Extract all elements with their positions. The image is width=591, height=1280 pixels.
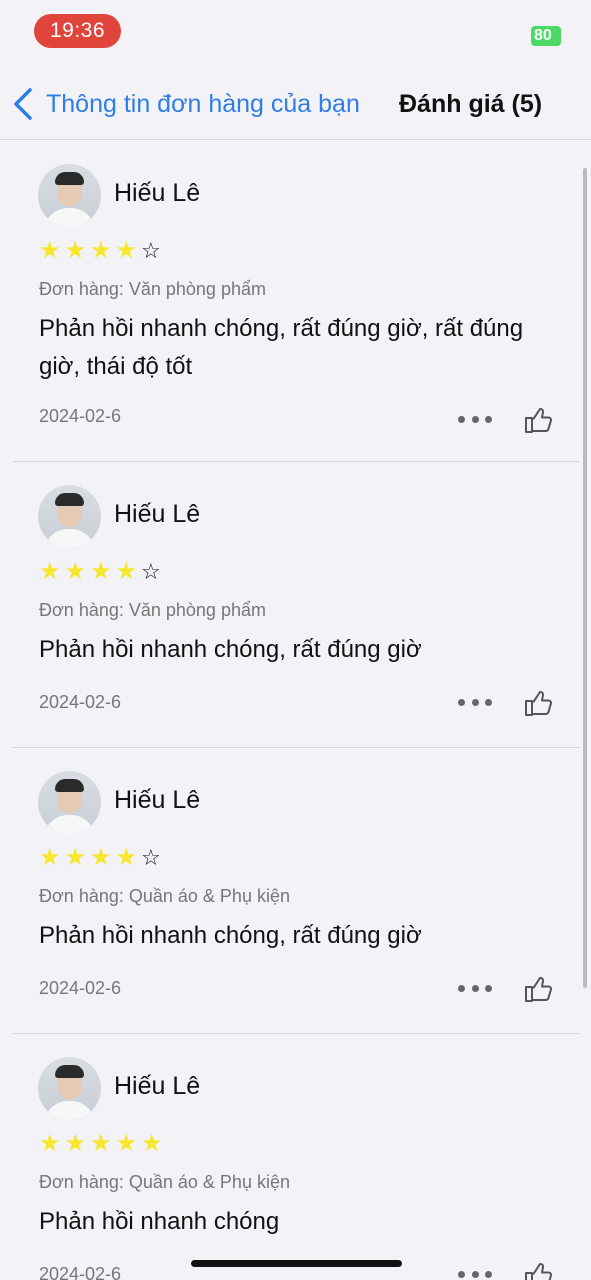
review-comment: Phản hồi nhanh chóng, rất đúng giờ, rất … <box>39 315 524 380</box>
review-date: 2024-02-6 <box>39 1264 122 1280</box>
order-category: Đơn hàng: Quần áo & Phụ kiện <box>39 886 290 906</box>
star-filled-icon: ★ <box>64 237 87 264</box>
avatar[interactable] <box>38 164 101 227</box>
avatar[interactable] <box>38 485 101 548</box>
star-filled-icon: ★ <box>39 558 61 585</box>
avatar[interactable] <box>38 771 101 834</box>
reviewer-name[interactable]: Hiếu Lê <box>114 1072 200 1101</box>
star-filled-icon: ★ <box>64 558 87 585</box>
star-empty-icon: ☆ <box>141 238 161 263</box>
thumbs-up-icon[interactable] <box>522 404 554 436</box>
star-filled-icon: ★ <box>90 237 112 264</box>
ellipsis-icon <box>458 984 465 992</box>
review-comment: Phản hồi nhanh chóng, rất đúng giờ <box>39 636 422 663</box>
thumbs-up-icon[interactable] <box>522 1259 554 1280</box>
thumbs-up-icon[interactable] <box>522 687 554 719</box>
review-comment: Phản hồi nhanh chóng <box>39 1208 280 1235</box>
reviewer-name[interactable]: Hiếu Lê <box>114 786 200 815</box>
review-date: 2024-02-6 <box>39 692 122 712</box>
back-button-label: Thông tin đơn hàng của bạn <box>46 89 360 118</box>
star-empty-icon: ☆ <box>141 845 161 870</box>
review-date: 2024-02-6 <box>39 978 122 998</box>
scrollbar[interactable] <box>583 168 587 988</box>
more-options-button[interactable] <box>458 692 492 712</box>
star-filled-icon: ★ <box>39 844 61 871</box>
more-options-button[interactable] <box>458 409 492 429</box>
star-filled-icon: ★ <box>115 844 138 871</box>
home-indicator[interactable] <box>191 1260 402 1267</box>
star-filled-icon: ★ <box>115 558 138 585</box>
more-options-button[interactable] <box>458 1264 492 1280</box>
back-button[interactable]: Thông tin đơn hàng của bạn <box>10 86 360 122</box>
star-rating: ★ ★ ★ ★ ☆ <box>39 844 167 872</box>
review-comment: Phản hồi nhanh chóng, rất đúng giờ <box>39 922 422 949</box>
review-card: Hiếu Lê ★ ★ ★ ★ ☆ Đơn hàng: Văn phòng phẩm P… <box>0 462 591 748</box>
star-filled-icon: ★ <box>90 1130 112 1157</box>
status-bar: 19:36 80 <box>0 0 591 64</box>
review-card: Hiếu Lê ★ ★ ★ ★ ★ Đơn hàng: Quần áo & Phụ ki… <box>0 1034 591 1280</box>
chevron-left-icon <box>14 88 32 120</box>
star-filled-icon: ★ <box>64 844 87 871</box>
star-filled-icon: ★ <box>64 1130 87 1157</box>
order-category: Đơn hàng: Văn phòng phẩm <box>39 600 266 620</box>
ellipsis-icon <box>458 1270 465 1278</box>
star-filled-icon: ★ <box>39 1130 61 1157</box>
review-card: Hiếu Lê ★ ★ ★ ★ ☆ Đơn hàng: Quần áo & Phụ ki… <box>0 748 591 1034</box>
star-filled-icon: ★ <box>39 237 61 264</box>
reviewer-name[interactable]: Hiếu Lê <box>114 179 200 208</box>
thumbs-up-icon[interactable] <box>522 973 554 1005</box>
star-filled-icon: ★ <box>90 558 112 585</box>
star-filled-icon: ★ <box>115 1130 138 1157</box>
nav-bar: Thông tin đơn hàng của bạn Đánh giá (5) <box>0 64 591 140</box>
star-rating: ★ ★ ★ ★ ★ <box>39 1130 167 1158</box>
order-category: Đơn hàng: Quần áo & Phụ kiện <box>39 1172 290 1192</box>
star-rating: ★ ★ ★ ★ ☆ <box>39 558 167 586</box>
page-title: Đánh giá (5) <box>399 90 543 118</box>
reviewer-name[interactable]: Hiếu Lê <box>114 500 200 529</box>
star-empty-icon: ☆ <box>141 559 161 584</box>
review-card: Hiếu Lê ★ ★ ★ ★ ☆ Đơn hàng: Văn phòng phẩm P… <box>0 141 591 462</box>
ellipsis-icon <box>458 415 465 423</box>
ellipsis-icon <box>458 698 465 706</box>
star-filled-icon: ★ <box>141 1130 163 1157</box>
more-options-button[interactable] <box>458 978 492 998</box>
order-category: Đơn hàng: Văn phòng phẩm <box>39 279 266 299</box>
star-filled-icon: ★ <box>115 237 138 264</box>
star-filled-icon: ★ <box>90 844 112 871</box>
review-list: Hiếu Lê ★ ★ ★ ★ ☆ Đơn hàng: Văn phòng phẩm P… <box>0 141 591 1280</box>
status-time: 19:36 <box>34 14 121 48</box>
battery-icon: 80 <box>531 26 561 46</box>
star-rating: ★ ★ ★ ★ ☆ <box>39 237 167 265</box>
avatar[interactable] <box>38 1057 101 1120</box>
review-date: 2024-02-6 <box>39 406 122 426</box>
